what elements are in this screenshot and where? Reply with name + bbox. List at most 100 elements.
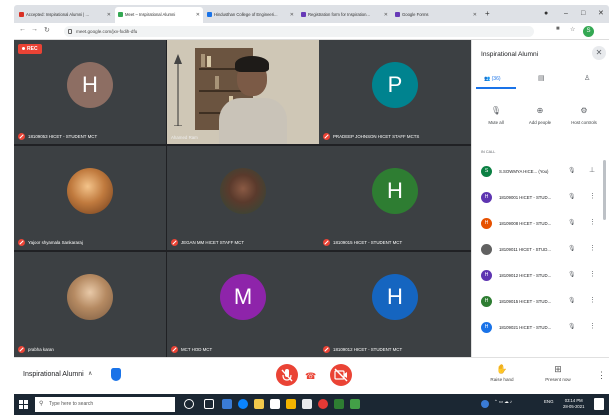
close-tab-icon[interactable]: ✕ (473, 7, 477, 23)
store-icon[interactable] (270, 399, 280, 409)
app-icon[interactable] (334, 399, 344, 409)
maximize-icon[interactable]: □ (581, 5, 585, 23)
taskbar-clock[interactable]: 03:14 PM 28-05-2021 (563, 398, 584, 410)
participant-nameplate: prabha karan (18, 346, 54, 353)
panel-scrollbar[interactable] (603, 160, 606, 220)
windows-start-icon[interactable] (19, 400, 28, 409)
close-tab-icon[interactable]: ✕ (290, 7, 294, 23)
browser-tab[interactable]: Accepted: Inspirational Alumni | ... ✕ (16, 7, 114, 23)
app-icon[interactable] (286, 399, 296, 409)
app-icon[interactable] (350, 399, 360, 409)
more-options-icon[interactable]: ⋮ (589, 322, 596, 330)
close-window-icon[interactable]: ✕ (598, 5, 604, 23)
mic-off-icon[interactable]: 🎙 (568, 271, 576, 278)
edge-icon[interactable] (238, 399, 248, 409)
close-tab-icon[interactable]: ✕ (107, 7, 111, 23)
chrome-icon[interactable] (318, 399, 328, 409)
tab-search-icon[interactable]: ● (544, 5, 548, 23)
browser-tab[interactable]: Hindusthan College of Engineeri... ✕ (204, 7, 297, 23)
participant-row[interactable]: H 18109001 HICET - STUD... 🎙 ⋮ (472, 188, 610, 208)
avatar: H (372, 274, 418, 320)
profile-avatar[interactable]: S (583, 26, 594, 37)
close-panel-icon[interactable]: ✕ (592, 46, 606, 60)
participant-row[interactable]: H 18109015 HICET - STUD... 🎙 ⋮ (472, 292, 610, 312)
participant-row[interactable]: H 18109021 HICET - STUD... 🎙 ⋮ (472, 318, 610, 338)
address-bar[interactable]: meet.google.com/jxv-fxdih-dfu (64, 26, 534, 37)
mic-off-icon[interactable]: 🎙 (568, 245, 576, 252)
avatar: H (481, 296, 492, 307)
app-icon[interactable] (222, 399, 232, 409)
mute-all-button[interactable]: 🎙 Mute all (476, 106, 516, 125)
participant-tile[interactable]: P PRADEEP JOHNSON HICET STAFF MCTS (319, 40, 471, 144)
participant-tile[interactable]: prabha karan (14, 252, 166, 357)
participant-tile[interactable]: M MCT HOD MCT (167, 252, 319, 357)
participant-tile[interactable]: H 18109015 HICET - STUDENT MCT (319, 146, 471, 250)
more-options-icon[interactable]: ⋮ (589, 218, 596, 226)
more-options-icon[interactable]: ⋮ (589, 296, 596, 304)
mic-off-icon[interactable]: 🎙 (568, 167, 576, 174)
participant-tile[interactable]: H 18109012 HICET - STUDENT MCT (319, 252, 471, 357)
mic-toggle-button[interactable] (276, 364, 298, 386)
participant-tile[interactable]: REC H 18109053 HICET - STUDENT MCT (14, 40, 166, 144)
browser-tab[interactable]: Google Forms ✕ (392, 7, 480, 23)
mic-off-icon[interactable]: 🎙 (568, 323, 576, 330)
meeting-details-button[interactable]: Inspirational Alumni (23, 371, 84, 378)
avatar: H (481, 322, 492, 333)
tab-people[interactable]: 👥 (36) (484, 76, 501, 82)
shield-icon[interactable] (111, 368, 121, 381)
add-people-button[interactable]: ⊕ Add people (520, 106, 560, 125)
hand-icon: ✋ (496, 364, 508, 374)
participant-row[interactable]: S S.SOWMYA HICE... (You) 🎙 ⊥ (472, 162, 610, 182)
mic-off-icon[interactable]: 🎙 (568, 297, 576, 304)
end-call-button[interactable]: ☎ (305, 371, 316, 382)
raise-hand-button[interactable]: ✋ Raise hand (482, 364, 522, 382)
participant-nameplate: 18109012 HICET - STUDENT MCT (323, 346, 402, 353)
mic-off-icon[interactable]: 🎙 (568, 193, 576, 200)
participant-row[interactable]: 18109011 HICET - STUD... 🎙 ⋮ (472, 240, 610, 260)
new-tab-button[interactable]: + (485, 5, 490, 23)
chat-icon[interactable]: ▤ (538, 74, 545, 82)
participant-row[interactable]: H 18109012 HICET - STUD... 🎙 ⋮ (472, 266, 610, 286)
chevron-up-icon[interactable]: ∧ (88, 370, 92, 377)
person-hair (235, 56, 269, 72)
browser-tab[interactable]: Registration form for Inspiration... ✕ (298, 7, 391, 23)
more-options-icon[interactable]: ⋮ (589, 192, 596, 200)
camera-permission-icon[interactable]: ■ (556, 26, 560, 32)
mic-off-icon (323, 133, 330, 140)
pin-icon[interactable]: ⊥ (589, 166, 595, 174)
taskbar-search-input[interactable]: ⚲ Type here to search (35, 397, 175, 412)
browser-tab-active[interactable]: Meet – Inspirational Alumni ✕ (115, 7, 203, 23)
participant-tile[interactable]: Yajoor shyamala Sankararaj (14, 146, 166, 250)
task-view-icon[interactable] (204, 399, 214, 409)
present-icon: ⊞ (554, 364, 562, 374)
participant-tile[interactable]: JEGAN MM HICET STAFF MCT (167, 146, 319, 250)
notification-icon[interactable] (594, 398, 604, 410)
cortana-icon[interactable] (184, 399, 194, 409)
activities-icon[interactable]: ♙ (584, 74, 590, 82)
close-tab-icon[interactable]: ✕ (384, 7, 388, 23)
reload-icon[interactable]: ↻ (44, 26, 50, 34)
file-explorer-icon[interactable] (254, 399, 264, 409)
language-indicator[interactable]: ENG (544, 399, 554, 404)
more-options-icon[interactable]: ⋮ (589, 244, 596, 252)
network-icon[interactable] (481, 400, 489, 408)
add-people-label: Add people (528, 120, 552, 125)
participant-video[interactable]: Ahamed Ram (167, 40, 319, 144)
camera-toggle-button[interactable] (330, 364, 352, 386)
bookmark-star-icon[interactable]: ☆ (570, 26, 575, 33)
more-options-icon[interactable]: ⋮ (597, 370, 606, 381)
browser-toolbar: ← → ↻ meet.google.com/jxv-fxdih-dfu ■ ☆ (14, 23, 609, 40)
mic-off-icon[interactable]: 🎙 (568, 219, 576, 226)
close-tab-icon[interactable]: ✕ (196, 7, 200, 23)
tray-icons[interactable]: ⌃ ▭ ☁ ♪ (494, 399, 512, 405)
avatar: H (67, 62, 113, 108)
participant-row[interactable]: H 18109008 HICET - STUD... 🎙 ⋮ (472, 214, 610, 234)
settings-icon[interactable] (302, 399, 312, 409)
host-controls-button[interactable]: ⚙ Host controls (564, 106, 604, 125)
present-now-button[interactable]: ⊞ Present now (538, 364, 578, 382)
forward-icon[interactable]: → (31, 26, 38, 33)
back-icon[interactable]: ← (19, 26, 26, 33)
more-options-icon[interactable]: ⋮ (589, 270, 596, 278)
person-body (219, 98, 287, 144)
minimize-icon[interactable]: – (564, 5, 568, 23)
